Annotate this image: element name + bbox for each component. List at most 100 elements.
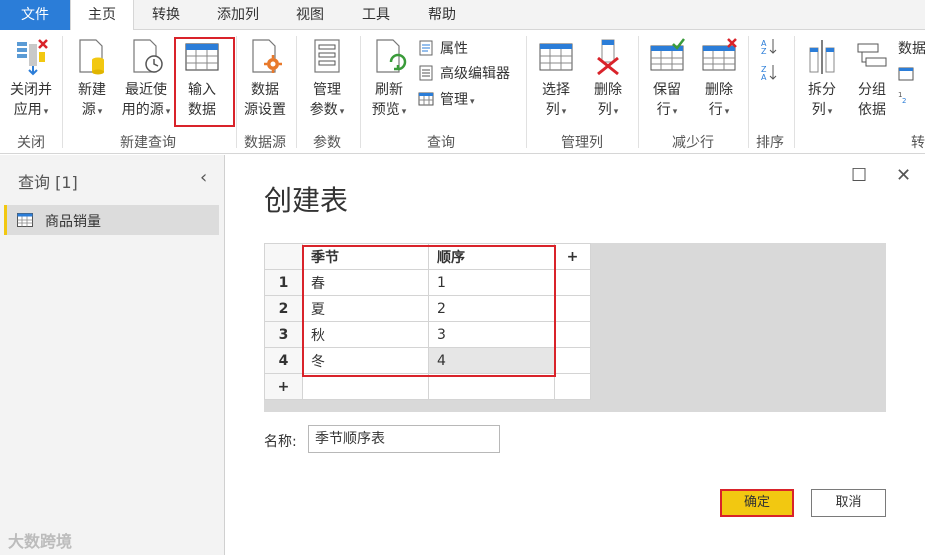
keep-rows-button[interactable]: 保留 行 ▾ (644, 36, 690, 122)
remove-columns-button[interactable]: 删除 列 ▾ (584, 36, 632, 122)
corner-cell (264, 243, 303, 270)
remove-rows-label-2: 行 (708, 102, 723, 118)
row-number: 3 (264, 321, 303, 348)
choose-columns-label-2: 列 (545, 102, 560, 118)
watermark: 大数跨境 (8, 532, 73, 551)
data-type-button[interactable]: 数据 (898, 38, 925, 60)
create-table-dialog: 创建表 ☐ ✕ 季节 顺序 + 1 春 1 2 夏 2 3 秋 3 4 冬 4 … (226, 155, 925, 555)
remove-rows-label: 删除 (705, 82, 733, 98)
empty-cell (554, 269, 591, 296)
sort-descending-button[interactable]: ZA (760, 62, 784, 84)
separator (638, 36, 639, 148)
choose-columns-label: 选择 (542, 82, 570, 98)
empty-cell (554, 347, 591, 374)
close-apply-label-2: 应用 (13, 102, 42, 118)
separator (296, 36, 297, 148)
new-source-label: 新建 (78, 82, 106, 98)
enter-data-highlight (174, 37, 235, 127)
tab-add-column[interactable]: 添加列 (198, 0, 278, 30)
group-transform: 转 (911, 135, 925, 151)
recent-sources-button[interactable]: 最近使 用的源 ▾ (120, 36, 172, 122)
replace-values-icon: 12 (898, 89, 914, 105)
keep-rows-icon (649, 36, 685, 76)
properties-icon (418, 40, 434, 56)
properties-label: 属性 (440, 41, 468, 57)
manage-parameters-label-2: 参数 (309, 102, 338, 118)
ribbon: 关闭并 应用 ▾ 关闭 新建 源 ▾ 最近使 用的源 ▾ 输入 数据 新建查询 … (0, 30, 925, 154)
dialog-title: 创建表 (264, 184, 349, 217)
replace-values-button[interactable]: 12 (898, 88, 920, 110)
svg-text:A: A (761, 73, 767, 81)
recent-sources-icon (128, 36, 164, 76)
manage-parameters-label: 管理 (313, 82, 341, 98)
close-apply-label: 关闭并 (10, 82, 52, 98)
refresh-preview-label: 刷新 (375, 82, 403, 98)
close-apply-button[interactable]: 关闭并 应用 ▾ (6, 36, 56, 122)
manage-button[interactable]: 管理 ▾ (418, 89, 475, 111)
tab-home[interactable]: 主页 (70, 0, 134, 31)
manage-table-icon (418, 91, 434, 107)
advanced-editor-label: 高级编辑器 (440, 66, 510, 82)
advanced-editor-button[interactable]: 高级编辑器 (418, 63, 510, 85)
separator (62, 36, 63, 148)
new-source-icon (74, 36, 110, 76)
separator (236, 36, 237, 148)
new-source-button[interactable]: 新建 源 ▾ (72, 36, 112, 122)
choose-columns-icon (538, 36, 574, 76)
empty-cell (554, 321, 591, 348)
row-number: 2 (264, 295, 303, 322)
separator (360, 36, 361, 148)
query-item[interactable]: 商品销量 (4, 205, 219, 235)
gear-document-icon (247, 36, 283, 76)
group-new-query: 新建查询 (120, 135, 176, 151)
table-name-input[interactable]: 季节顺序表 (308, 425, 500, 453)
split-column-icon (804, 36, 840, 76)
add-row: + (264, 373, 591, 400)
group-by-icon (854, 36, 890, 76)
separator (526, 36, 527, 148)
sort-descending-icon: ZA (760, 63, 778, 82)
remove-rows-button[interactable]: 删除 行 ▾ (696, 36, 742, 122)
sort-ascending-button[interactable]: AZ (760, 36, 784, 58)
source-settings-label: 数据 (251, 82, 279, 98)
sort-ascending-icon: AZ (760, 37, 778, 56)
group-manage-columns: 管理列 (561, 135, 603, 151)
data-type-label: 数据 (898, 41, 925, 57)
properties-button[interactable]: 属性 (418, 38, 468, 60)
refresh-preview-label-2: 预览 (371, 102, 400, 118)
group-close: 关闭 (17, 135, 45, 151)
ok-button[interactable]: 确定 (720, 489, 794, 517)
queries-pane: 查询 [1] ‹ 商品销量 (0, 155, 225, 555)
tab-view[interactable]: 视图 (278, 0, 342, 30)
recent-sources-label-2: 用的源 (121, 102, 164, 118)
collapse-chevron-icon[interactable]: ‹ (200, 167, 207, 188)
row-number: 4 (264, 347, 303, 374)
query-item-label: 商品销量 (45, 214, 101, 230)
group-by-button[interactable]: 分组 依据 (850, 36, 894, 120)
add-row-button[interactable]: + (264, 373, 303, 400)
tab-transform[interactable]: 转换 (134, 0, 198, 30)
group-data-source: 数据源 (244, 135, 286, 151)
close-icon[interactable]: ✕ (896, 165, 911, 186)
tab-file[interactable]: 文件 (0, 0, 70, 30)
grid-highlight (302, 245, 556, 377)
split-column-button[interactable]: 拆分 列 ▾ (800, 36, 844, 122)
recent-sources-label: 最近使 (125, 82, 167, 98)
first-row-header-button[interactable] (898, 64, 920, 86)
keep-rows-label: 保留 (653, 82, 681, 98)
manage-parameters-button[interactable]: 管理 参数 ▾ (302, 36, 352, 122)
refresh-icon (371, 36, 407, 76)
keep-rows-label-2: 行 (656, 102, 671, 118)
split-column-label-2: 列 (811, 102, 826, 118)
new-source-label-2: 源 (81, 102, 96, 118)
add-column-button[interactable]: + (554, 243, 591, 270)
tab-help[interactable]: 帮助 (410, 0, 474, 30)
split-column-label: 拆分 (808, 82, 836, 98)
refresh-preview-button[interactable]: 刷新 预览 ▾ (364, 36, 414, 122)
maximize-icon[interactable]: ☐ (851, 165, 867, 186)
tab-tools[interactable]: 工具 (342, 0, 410, 30)
cancel-button[interactable]: 取消 (811, 489, 886, 517)
choose-columns-button[interactable]: 选择 列 ▾ (532, 36, 580, 122)
parameters-icon (309, 36, 345, 76)
source-settings-button[interactable]: 数据 源设置 (240, 36, 290, 120)
